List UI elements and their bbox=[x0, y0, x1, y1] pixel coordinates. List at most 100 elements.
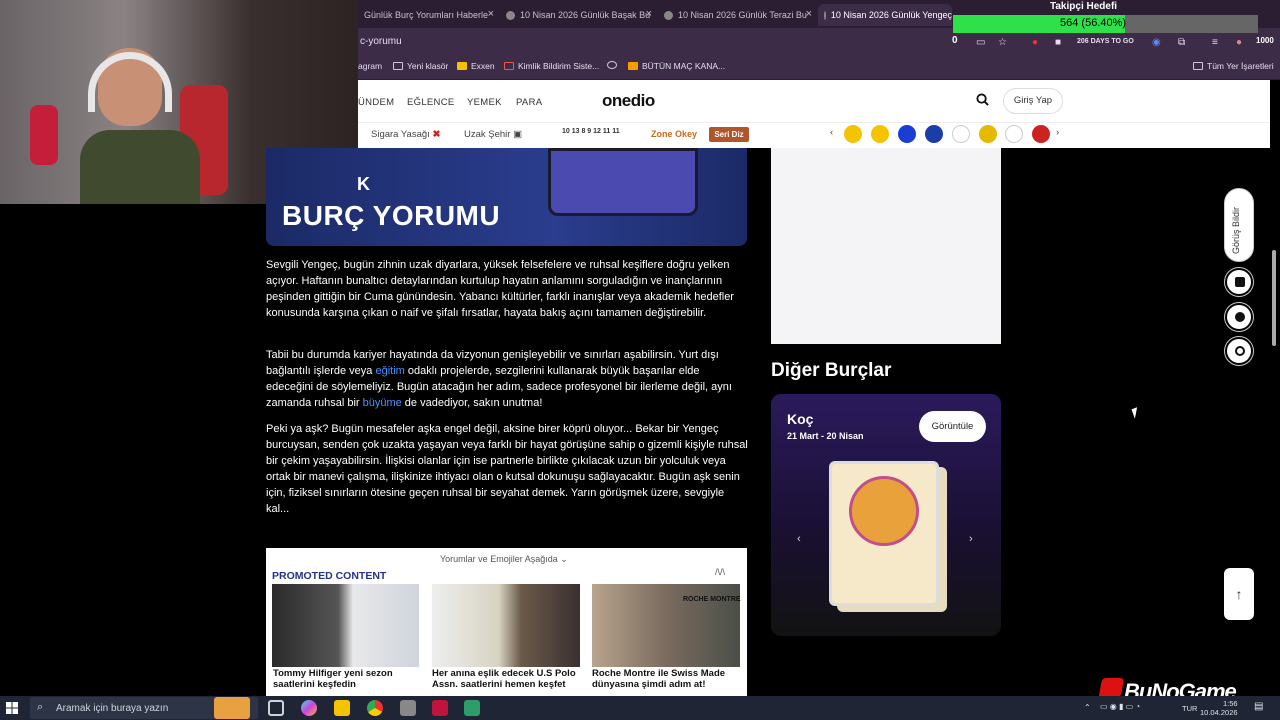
obs-icon[interactable] bbox=[432, 700, 448, 716]
globe-bookmark[interactable] bbox=[607, 61, 621, 69]
share-button[interactable] bbox=[1225, 337, 1253, 365]
tab-counter[interactable]: 0 bbox=[952, 35, 958, 46]
zone-okey-link[interactable]: Zone Okey bbox=[651, 129, 697, 139]
brand-icon-2[interactable] bbox=[925, 125, 943, 143]
follower-goal-value: 1000 bbox=[1256, 36, 1274, 45]
tab-4-active[interactable]: 10 Nisan 2026 Günlük Yengeç bbox=[818, 4, 952, 26]
tab-label: 10 Nisan 2026 Günlük Yengeç bbox=[830, 10, 952, 20]
avatar[interactable]: ● bbox=[1236, 37, 1242, 48]
nav-eglence[interactable]: EĞLENCE bbox=[407, 97, 455, 108]
login-button[interactable]: Giriş Yap bbox=[1003, 88, 1063, 114]
scroll-to-top-button[interactable]: ↑ bbox=[1224, 568, 1254, 620]
bookmark-mac[interactable]: BÜTÜN MAÇ KANA... bbox=[628, 61, 725, 71]
brand-icon-4[interactable] bbox=[1032, 125, 1050, 143]
snowflake-icon[interactable] bbox=[1005, 125, 1023, 143]
tab-1[interactable]: Günlük Burç Yorumları Haberle × bbox=[358, 4, 500, 26]
promo-caption-1[interactable]: Tommy Hilfiger yeni sezon saatlerini keş… bbox=[273, 668, 423, 690]
carousel-prev-icon[interactable]: ‹ bbox=[797, 533, 801, 545]
chat-icon bbox=[1235, 312, 1245, 322]
tray-chevron-icon[interactable]: ⌃ bbox=[1084, 703, 1091, 712]
link-buyume[interactable]: büyüme bbox=[363, 397, 402, 409]
close-icon[interactable]: × bbox=[488, 8, 494, 20]
happy-emoji-icon[interactable] bbox=[871, 125, 889, 143]
link-egitim[interactable]: eğitim bbox=[375, 365, 404, 377]
other-signs-heading: Diğer Burçlar bbox=[771, 360, 892, 381]
clock-time: 1:56 bbox=[1222, 699, 1238, 708]
subnav-label: Sigara Yasağı bbox=[371, 129, 430, 140]
chevron-left-icon[interactable]: ‹ bbox=[830, 127, 833, 138]
bookmark-1[interactable]: agram bbox=[358, 61, 382, 71]
promo-image-1[interactable] bbox=[272, 584, 419, 667]
chrome-icon[interactable] bbox=[367, 700, 383, 716]
search-icon[interactable] bbox=[976, 93, 989, 106]
subnav-sigara[interactable]: Sigara Yasağı ✖ bbox=[371, 129, 440, 140]
extensions-puzzle-icon[interactable]: ⧉ bbox=[1178, 37, 1185, 48]
bookmark-exxen[interactable]: Exxen bbox=[457, 61, 495, 71]
taskbar-clock[interactable]: 1:56 10.04.2026 bbox=[1200, 699, 1238, 717]
tab-label: 10 Nisan 2026 Günlük Başak Bu bbox=[520, 10, 651, 20]
dk-icon[interactable] bbox=[952, 125, 970, 143]
app-icon[interactable] bbox=[464, 700, 480, 716]
tarot-illustration bbox=[548, 148, 698, 216]
bookmark-kimlik[interactable]: Kimlik Bildirim Siste... bbox=[504, 61, 599, 71]
view-button[interactable]: Görüntüle bbox=[919, 411, 986, 442]
copilot-icon[interactable] bbox=[301, 700, 317, 716]
site-logo[interactable]: onedio bbox=[602, 91, 655, 111]
brand-icon-3[interactable] bbox=[979, 125, 997, 143]
bookmark-label: Exxen bbox=[471, 61, 495, 71]
page-scrollbar[interactable] bbox=[1272, 250, 1276, 346]
comments-button[interactable] bbox=[1225, 303, 1253, 331]
follower-goal-title: Takipçi Hedefi bbox=[1050, 1, 1118, 12]
search-highlight-icon[interactable] bbox=[214, 697, 250, 719]
zodiac-name: Koç bbox=[787, 411, 814, 427]
tab-2[interactable]: 10 Nisan 2026 Günlük Başak Bu × bbox=[500, 4, 658, 26]
text-span: de vadediyor, sakın unutma! bbox=[401, 397, 543, 409]
task-view-icon[interactable] bbox=[268, 700, 284, 716]
promo-network-logo[interactable]: /\/\ bbox=[715, 567, 725, 577]
promo-caption-3[interactable]: Roche Montre ile Swiss Made dünyasına şi… bbox=[592, 668, 742, 690]
clock-date: 10.04.2026 bbox=[1200, 708, 1238, 717]
tab-3[interactable]: 10 Nisan 2026 Günlük Terazi Bu × bbox=[658, 4, 818, 26]
reading-list-icon[interactable]: ≡ bbox=[1212, 37, 1218, 48]
chevron-right-icon[interactable]: › bbox=[1056, 127, 1059, 138]
keyboard-language[interactable]: TUR bbox=[1182, 704, 1197, 713]
sad-emoji-icon[interactable] bbox=[844, 125, 862, 143]
chevron-down-icon: ⌄ bbox=[560, 554, 568, 564]
seri-diz-button[interactable]: Seri Diz bbox=[709, 127, 749, 142]
promoted-title: PROMOTED CONTENT bbox=[272, 570, 387, 582]
search-icon: ⌕ bbox=[37, 701, 44, 713]
close-icon[interactable]: × bbox=[806, 8, 812, 20]
tab-favicon-icon bbox=[506, 10, 515, 20]
mouse-cursor bbox=[1131, 407, 1141, 419]
comments-toggle[interactable]: Yorumlar ve Emojiler Aşağıda ⌄ bbox=[440, 554, 568, 565]
bookmark-label: Kimlik Bildirim Siste... bbox=[518, 61, 600, 71]
close-icon[interactable]: × bbox=[646, 8, 652, 20]
subnav-uzak-sehir[interactable]: Uzak Şehir ▣ bbox=[464, 129, 522, 140]
promo-image-2[interactable] bbox=[432, 584, 580, 667]
carousel-next-icon[interactable]: › bbox=[969, 533, 973, 545]
nav-para[interactable]: PARA bbox=[516, 97, 542, 108]
promo-caption-2[interactable]: Her anına eşlik edecek U.S Polo Assn. sa… bbox=[432, 668, 582, 694]
all-bookmarks[interactable]: Tüm Yer İşaretleri bbox=[1193, 61, 1274, 71]
article-paragraph-1: Sevgili Yengeç, bugün zihnin uzak diyarl… bbox=[266, 259, 734, 319]
extension-icon-2[interactable]: ■ bbox=[1055, 37, 1061, 48]
aries-tarot-card[interactable] bbox=[829, 461, 939, 606]
url-text[interactable]: c-yorumu bbox=[360, 36, 402, 47]
notification-icon[interactable]: ▤ bbox=[1254, 701, 1263, 712]
brand-icon-1[interactable] bbox=[898, 125, 916, 143]
extension-icon-3[interactable]: ◉ bbox=[1152, 37, 1161, 48]
jp-icon bbox=[628, 62, 638, 70]
star-icon[interactable]: ☆ bbox=[998, 37, 1007, 48]
days-to-go-badge[interactable]: 206 DAYS TO GO bbox=[1077, 38, 1134, 45]
screen-icon[interactable]: ▭ bbox=[976, 37, 985, 48]
bookmark-button[interactable] bbox=[1225, 268, 1253, 296]
nav-gundem[interactable]: ÜNDEM bbox=[358, 97, 394, 108]
bookmark-folder[interactable]: Yeni klasör bbox=[393, 61, 448, 71]
tray-icons[interactable]: ▭ ◉ ▮ ▭ ◔ bbox=[1100, 702, 1140, 711]
extension-icon[interactable]: ● bbox=[1032, 37, 1038, 48]
tool-icon[interactable] bbox=[400, 700, 416, 716]
nav-yemek[interactable]: YEMEK bbox=[467, 97, 502, 108]
lotto-numbers[interactable]: 10 13 8 9 12 11 11 bbox=[562, 128, 620, 135]
file-explorer-icon[interactable] bbox=[334, 700, 350, 716]
windows-start-icon[interactable] bbox=[6, 702, 18, 714]
